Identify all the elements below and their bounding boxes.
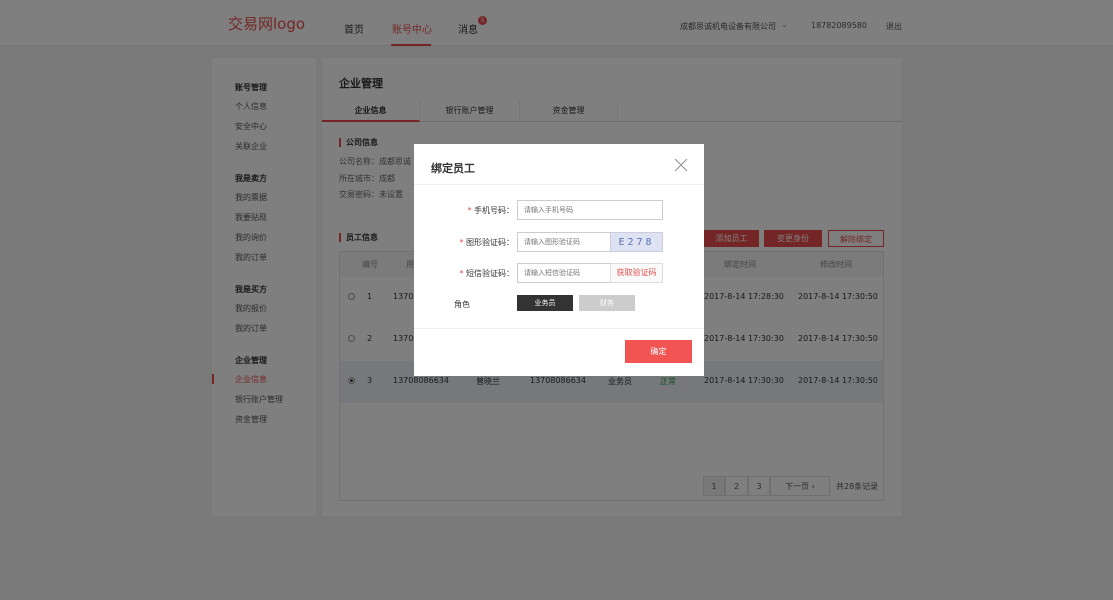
close-icon[interactable] — [673, 157, 689, 173]
confirm-button[interactable]: 确定 — [625, 340, 692, 363]
captcha-image[interactable]: E278 — [610, 232, 663, 252]
captcha-label: * 图形验证码： — [459, 238, 514, 247]
role-option-finance[interactable]: 财务 — [579, 295, 635, 311]
phone-input[interactable] — [517, 200, 663, 220]
role-option-salesperson[interactable]: 业务员 — [517, 295, 573, 311]
captcha-input[interactable] — [517, 232, 611, 252]
sms-label: * 短信验证码： — [459, 269, 514, 278]
get-sms-code-button[interactable]: 获取验证码 — [610, 263, 663, 283]
dialog-title: 绑定员工 — [431, 162, 475, 175]
sms-code-input[interactable] — [517, 263, 611, 283]
role-label: 角色 — [454, 300, 470, 309]
divider — [414, 184, 704, 185]
phone-label: * 手机号码： — [467, 206, 514, 215]
divider — [414, 328, 704, 329]
bind-staff-dialog: 绑定员工 * 手机号码： * 图形验证码： E278 * 短信验证码： 获取验证… — [414, 144, 704, 376]
